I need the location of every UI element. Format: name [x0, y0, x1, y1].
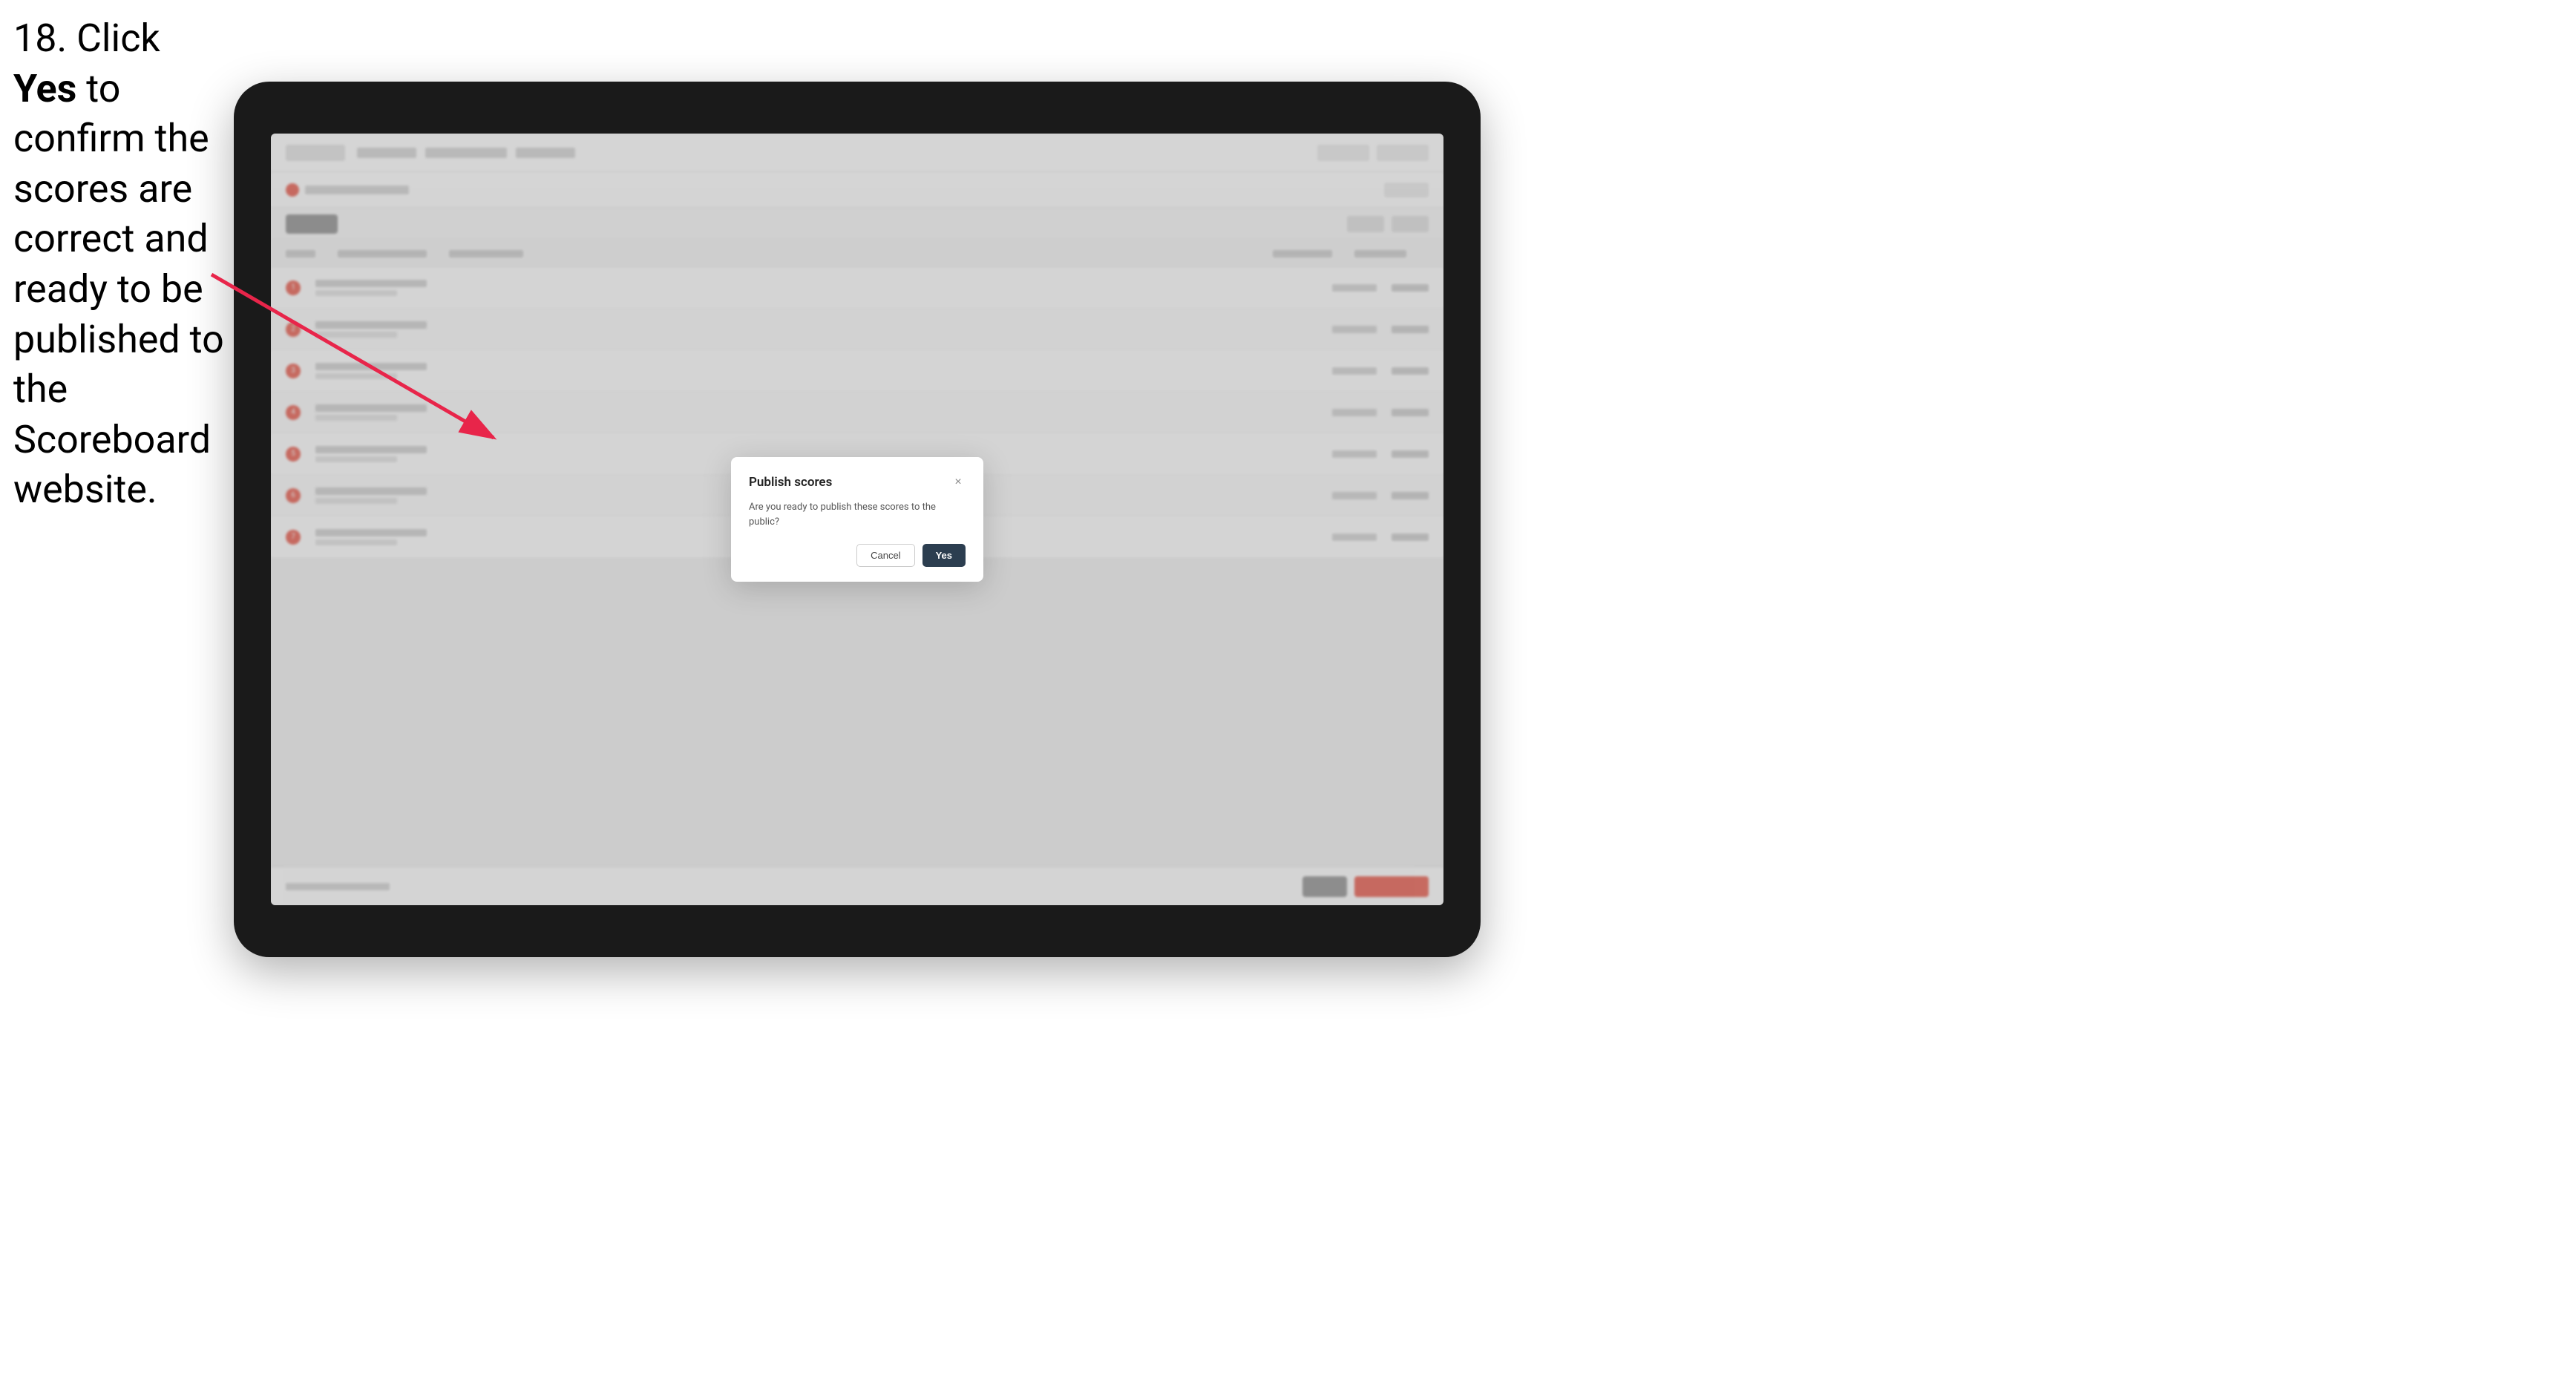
cancel-button[interactable]: Cancel [856, 544, 914, 567]
instruction-bold: Yes [13, 66, 76, 111]
publish-scores-dialog: Publish scores × Are you ready to publis… [731, 457, 983, 582]
yes-button[interactable]: Yes [922, 544, 966, 567]
modal-title: Publish scores [749, 475, 832, 490]
modal-footer: Cancel Yes [749, 544, 966, 567]
modal-header: Publish scores × [749, 475, 966, 490]
tablet-device: 1 2 [234, 82, 1481, 957]
step-number: 18. [13, 16, 67, 61]
modal-close-button[interactable]: × [951, 475, 966, 490]
modal-overlay: Publish scores × Are you ready to publis… [271, 134, 1443, 905]
instruction-text: 18. Click Yes to confirm the scores are … [13, 13, 229, 515]
modal-body-text: Are you ready to publish these scores to… [749, 500, 966, 529]
tablet-screen: 1 2 [271, 134, 1443, 905]
